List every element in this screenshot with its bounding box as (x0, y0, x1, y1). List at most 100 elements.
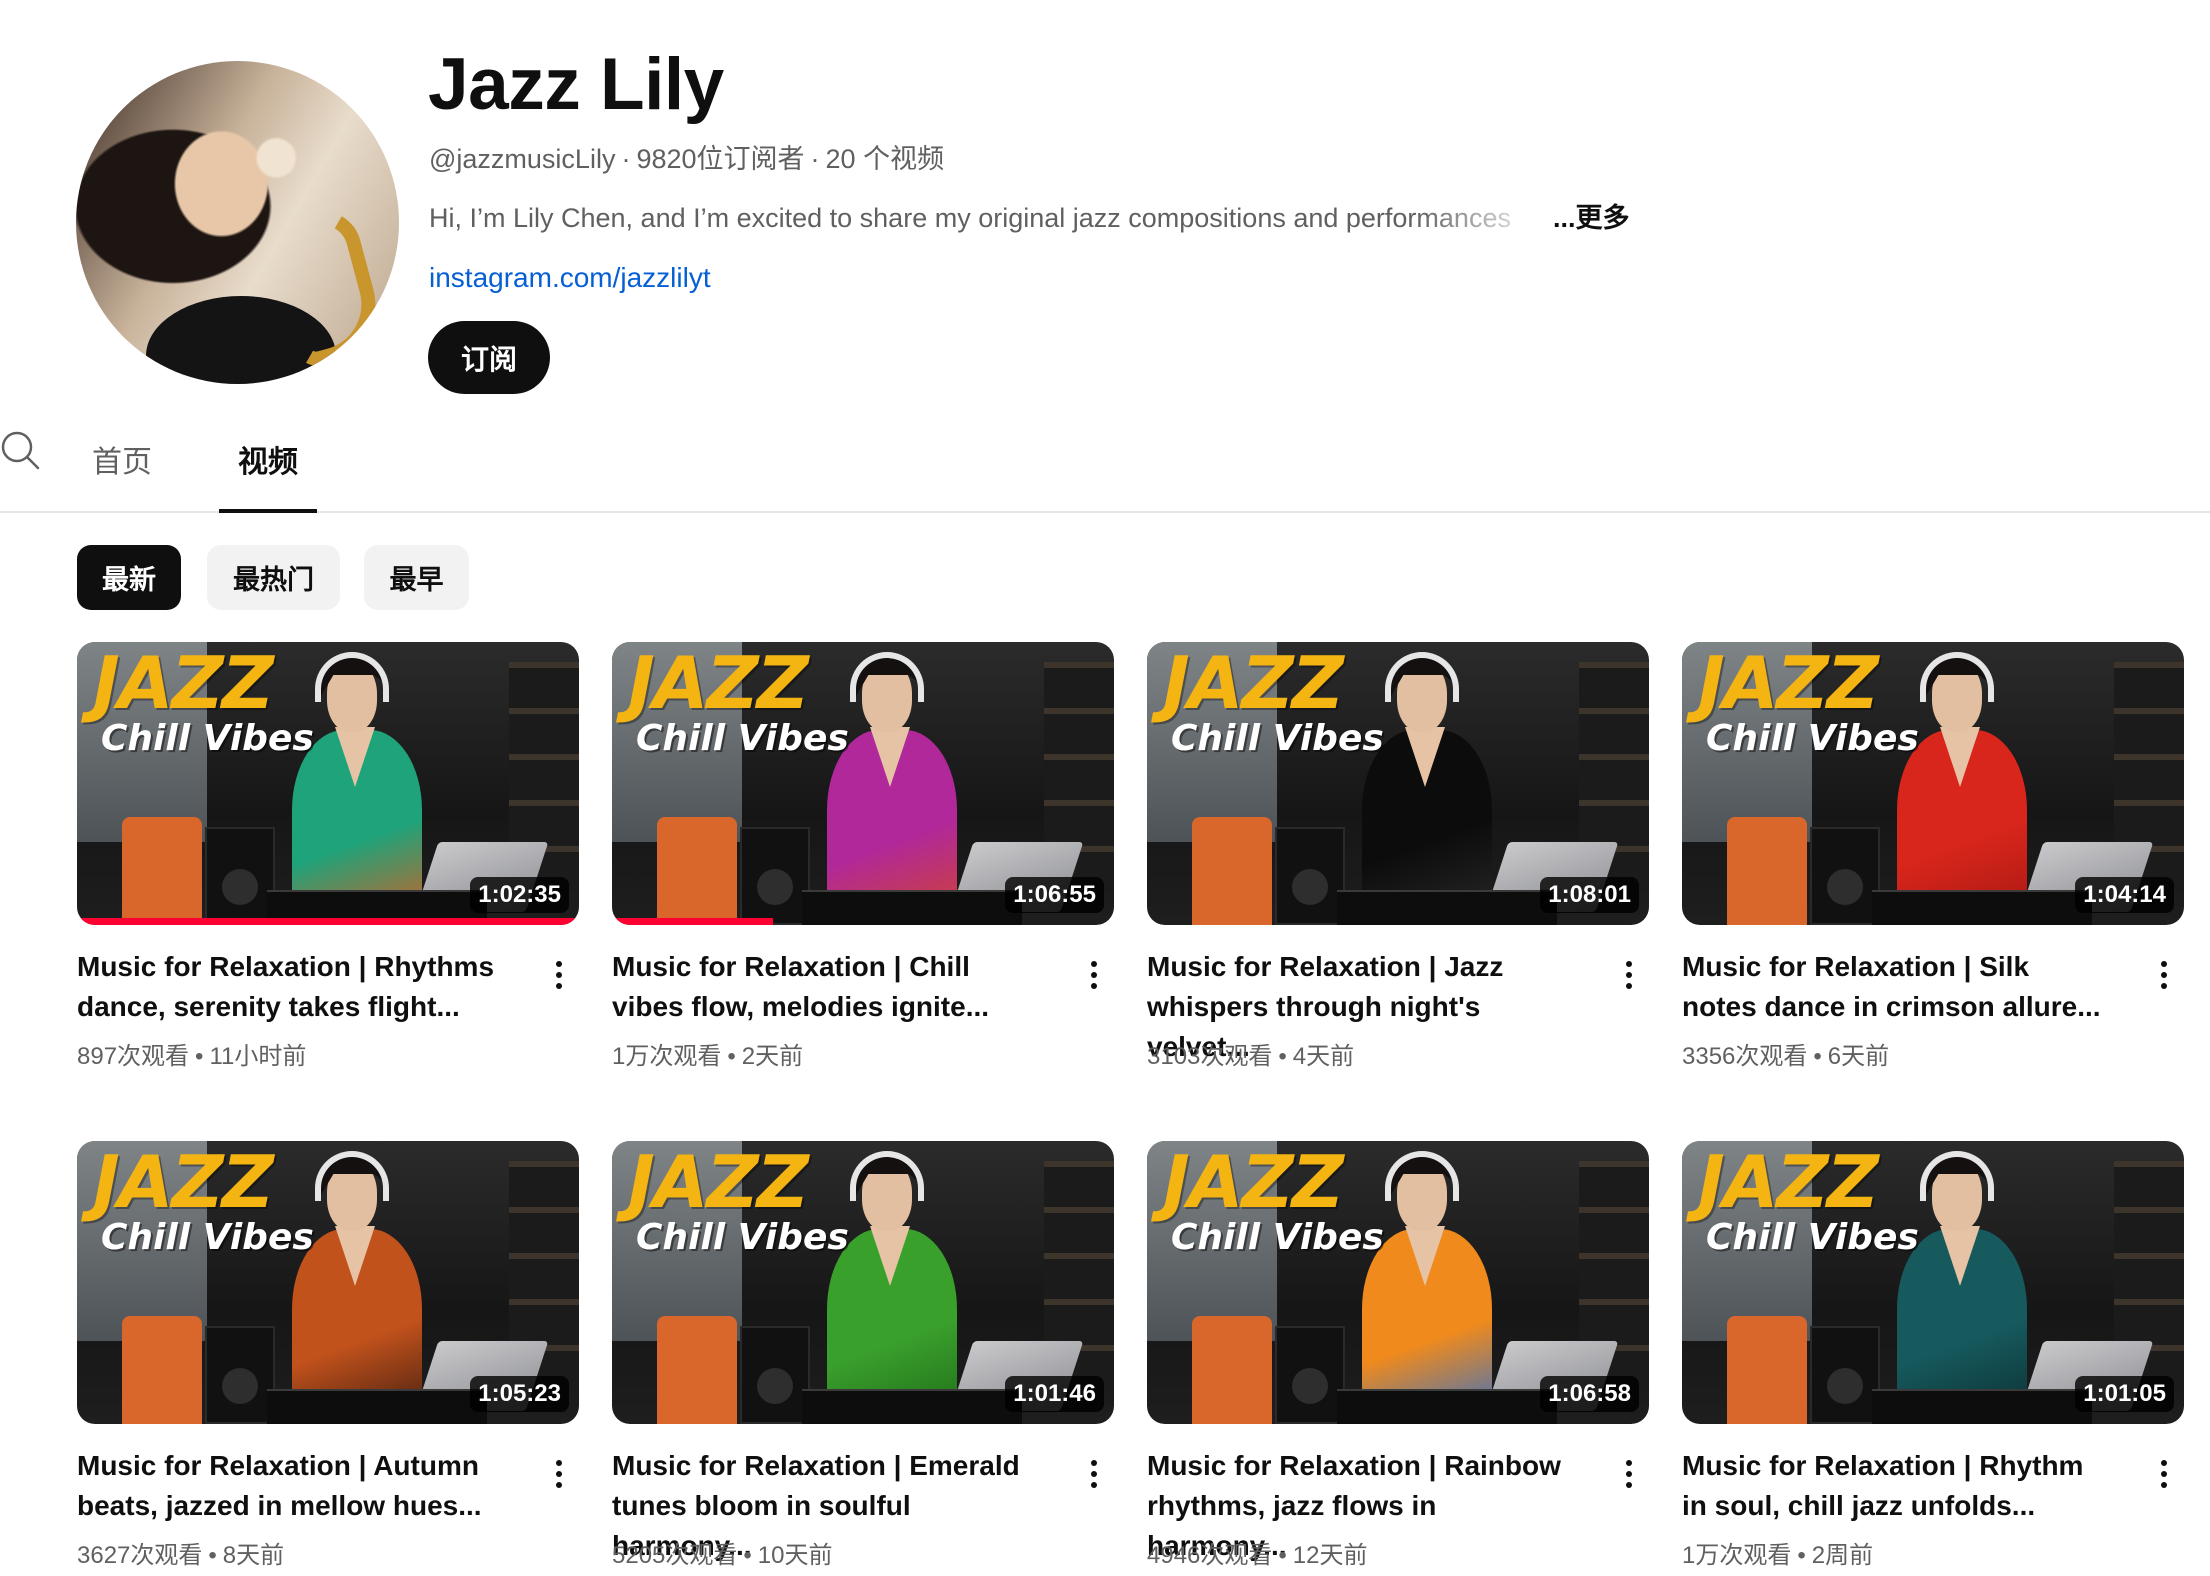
video-title[interactable]: Music for Relaxation | Rhythms dance, se… (77, 947, 497, 1027)
video-meta: 4946次观看 • 12天前 (1147, 1541, 1368, 1571)
meta-separator: • (727, 1043, 736, 1070)
thumb-speaker (1275, 1326, 1345, 1424)
channel-name: Jazz Lily (428, 44, 724, 125)
more-vert-icon[interactable] (1082, 955, 1106, 995)
meta-separator: · (621, 144, 631, 174)
more-vert-icon[interactable] (547, 955, 571, 995)
video-thumbnail[interactable]: JAZZ Chill Vibes 1:08:01 (1147, 642, 1649, 925)
video-views: 3356次观看 (1682, 1043, 1808, 1070)
thumb-speaker (1810, 1326, 1880, 1424)
video-age: 6天前 (1827, 1043, 1890, 1070)
video-thumbnail[interactable]: JAZZ Chill Vibes 1:04:14 (1682, 642, 2184, 925)
video-title[interactable]: Music for Relaxation | Chill vibes flow,… (612, 947, 1032, 1027)
video-title[interactable]: Music for Relaxation | Rhythm in soul, c… (1682, 1446, 2102, 1526)
more-vert-icon[interactable] (2152, 1454, 2176, 1494)
video-views: 3627次观看 (77, 1542, 203, 1569)
headphones-icon (1920, 652, 1994, 702)
video-duration: 1:01:05 (2075, 1376, 2174, 1412)
subscriber-count: 9820位订阅者 (636, 144, 805, 174)
channel-description[interactable]: Hi, I’m Lily Chen, and I’m excited to sh… (429, 201, 1630, 235)
headphones-icon (1385, 1151, 1459, 1201)
headphones-icon (850, 1151, 924, 1201)
video-count: 20 个视频 (825, 144, 945, 174)
thumb-title-chill: Chill Vibes (1706, 718, 1919, 759)
headphones-icon (1385, 652, 1459, 702)
video-card[interactable]: JAZZ Chill Vibes 1:06:58 Music for Relax… (1147, 1141, 1649, 1569)
thumb-title-jazz: JAZZ (628, 642, 809, 725)
thumb-chair (122, 817, 202, 925)
video-duration: 1:06:58 (1540, 1376, 1639, 1412)
video-card[interactable]: JAZZ Chill Vibes 1:01:05 Music for Relax… (1682, 1141, 2184, 1569)
channel-tabs: 首页 视频 (0, 430, 2210, 513)
video-card[interactable]: JAZZ Chill Vibes 1:05:23 Music for Relax… (77, 1141, 579, 1569)
video-card[interactable]: JAZZ Chill Vibes 1:08:01 Music for Relax… (1147, 642, 1649, 1070)
more-vert-icon[interactable] (1617, 955, 1641, 995)
video-age: 8天前 (222, 1542, 285, 1569)
watch-progress-bar (612, 918, 773, 925)
more-vert-icon[interactable] (1082, 1454, 1106, 1494)
description-more-button[interactable]: ...更多 (1553, 201, 1630, 235)
thumb-title-chill: Chill Vibes (101, 1217, 314, 1258)
video-thumbnail[interactable]: JAZZ Chill Vibes 1:05:23 (77, 1141, 579, 1424)
thumb-speaker (205, 827, 275, 925)
video-card[interactable]: JAZZ Chill Vibes 1:06:55 Music for Relax… (612, 642, 1114, 1070)
thumb-chair (1192, 1316, 1272, 1424)
thumb-speaker (740, 1326, 810, 1424)
video-views: 4946次观看 (1147, 1542, 1273, 1569)
video-meta: 3627次观看 • 8天前 (77, 1541, 284, 1571)
video-thumbnail[interactable]: JAZZ Chill Vibes 1:06:58 (1147, 1141, 1649, 1424)
thumb-dj-deck (1872, 890, 2092, 925)
video-duration: 1:01:46 (1005, 1376, 1104, 1412)
thumb-chair (1192, 817, 1272, 925)
channel-avatar[interactable] (76, 61, 399, 384)
video-thumbnail[interactable]: JAZZ Chill Vibes 1:01:05 (1682, 1141, 2184, 1424)
video-thumbnail[interactable]: JAZZ Chill Vibes 1:02:35 (77, 642, 579, 925)
video-card[interactable]: JAZZ Chill Vibes 1:01:46 Music for Relax… (612, 1141, 1114, 1569)
description-text: Hi, I’m Lily Chen, and I’m excited to sh… (429, 203, 1511, 233)
meta-separator: · (810, 144, 820, 174)
sort-chip-oldest[interactable]: 最早 (364, 545, 469, 610)
thumb-dj-deck (267, 1389, 487, 1424)
tab-videos[interactable]: 视频 (219, 430, 317, 513)
thumb-title-jazz: JAZZ (93, 1141, 274, 1224)
tab-home[interactable]: 首页 (92, 430, 158, 513)
video-age: 4天前 (1292, 1043, 1355, 1070)
more-vert-icon[interactable] (547, 1454, 571, 1494)
video-title[interactable]: Music for Relaxation | Silk notes dance … (1682, 947, 2102, 1027)
thumb-dj-deck (802, 890, 1022, 925)
video-card[interactable]: JAZZ Chill Vibes 1:04:14 Music for Relax… (1682, 642, 2184, 1070)
thumb-chair (657, 817, 737, 925)
channel-meta: @jazzmusicLily · 9820位订阅者 · 20 个视频 (429, 142, 944, 176)
video-meta: 1万次观看 • 2天前 (612, 1042, 803, 1072)
watch-progress-bar (77, 918, 579, 925)
more-vert-icon[interactable] (1617, 1454, 1641, 1494)
video-meta: 897次观看 • 11小时前 (77, 1042, 306, 1072)
video-age: 2天前 (741, 1043, 804, 1070)
channel-handle: @jazzmusicLily (429, 144, 616, 174)
video-thumbnail[interactable]: JAZZ Chill Vibes 1:06:55 (612, 642, 1114, 925)
search-icon[interactable] (0, 430, 42, 472)
sort-chip-latest[interactable]: 最新 (77, 545, 181, 610)
headphones-icon (315, 652, 389, 702)
meta-separator: • (1813, 1043, 1822, 1070)
video-meta: 3103次观看 • 4天前 (1147, 1042, 1354, 1072)
thumb-title-chill: Chill Vibes (636, 1217, 849, 1258)
video-card[interactable]: JAZZ Chill Vibes 1:02:35 Music for Relax… (77, 642, 579, 1070)
video-views: 5205次观看 (612, 1542, 738, 1569)
thumb-speaker (1275, 827, 1345, 925)
subscribe-button[interactable]: 订阅 (428, 321, 550, 394)
video-meta: 1万次观看 • 2周前 (1682, 1541, 1873, 1571)
video-views: 1万次观看 (1682, 1542, 1792, 1569)
meta-separator: • (208, 1542, 217, 1569)
video-views: 897次观看 (77, 1043, 190, 1070)
video-thumbnail[interactable]: JAZZ Chill Vibes 1:01:46 (612, 1141, 1114, 1424)
headphones-icon (850, 652, 924, 702)
thumb-chair (657, 1316, 737, 1424)
thumb-title-chill: Chill Vibes (1171, 718, 1384, 759)
channel-external-link[interactable]: instagram.com/jazzlilyt (429, 261, 711, 295)
sort-chip-popular[interactable]: 最热门 (207, 545, 340, 610)
more-vert-icon[interactable] (2152, 955, 2176, 995)
meta-separator: • (195, 1043, 204, 1070)
headphones-icon (1920, 1151, 1994, 1201)
video-title[interactable]: Music for Relaxation | Autumn beats, jaz… (77, 1446, 497, 1526)
